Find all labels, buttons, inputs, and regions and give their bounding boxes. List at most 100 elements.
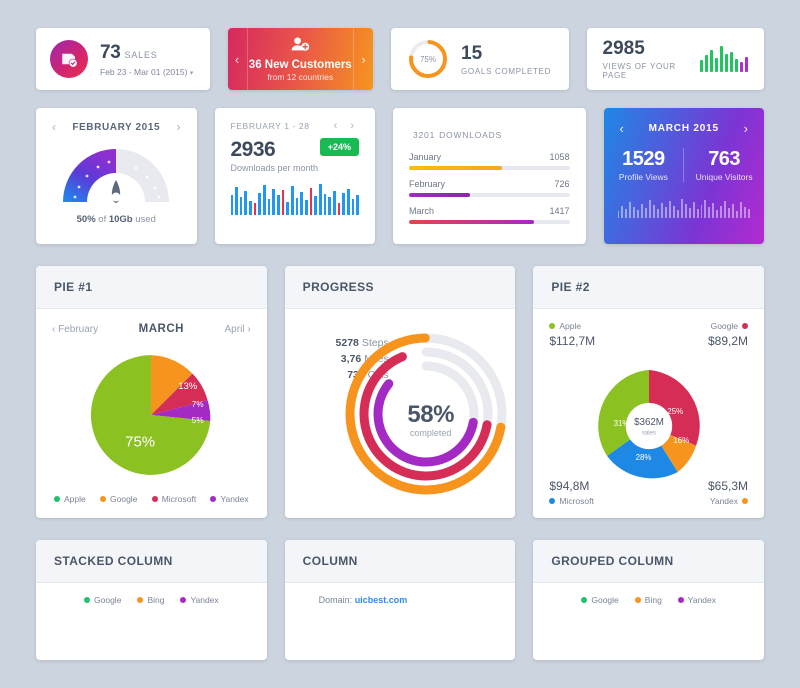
charts-row: PIE #1 ‹ February MARCH April › 13% 7% 5… <box>36 266 765 518</box>
pie1-prev-label: February <box>58 323 99 335</box>
next-arrow-icon[interactable]: › <box>353 28 373 90</box>
bar <box>740 202 742 218</box>
legend-dot-icon <box>151 496 158 502</box>
bar <box>660 203 663 218</box>
microsoft-legend-label: Microsoft <box>559 496 594 506</box>
bar <box>649 200 652 218</box>
legend-label: Bing <box>147 595 165 605</box>
pie1-chart: 13% 7% 5% 75% <box>52 347 251 483</box>
pie1-nav: ‹ February MARCH April › <box>52 323 251 335</box>
apple-legend-dot-icon <box>549 323 556 329</box>
stacked-column-legend: Google Bing Yandex <box>36 583 267 605</box>
stacked-column-card: STACKED COLUMN Google Bing Yandex <box>36 540 267 660</box>
pie1-next[interactable]: April › <box>225 324 251 335</box>
column-charts-row: STACKED COLUMN Google Bing Yandex COLUMN D… <box>36 540 765 660</box>
bar <box>314 196 317 215</box>
new-customers-title: 36 New Customers <box>248 59 352 71</box>
bar <box>676 210 679 218</box>
bar <box>637 210 640 218</box>
gauge-title: FEBRUARY 2015 <box>72 121 161 133</box>
bar <box>645 208 648 218</box>
column-domain: Domain: uicbest.com <box>285 583 516 605</box>
bar <box>745 57 748 72</box>
bar <box>724 201 727 218</box>
column-title: COLUMN <box>302 554 358 568</box>
bar <box>629 202 632 218</box>
domain-link[interactable]: uicbest.com <box>355 595 408 605</box>
views-label: VIEWS OF YOUR PAGE <box>602 62 676 80</box>
march-stats-card[interactable]: ‹ MARCH 2015 › 1529 Profile Views 763 Un… <box>603 108 764 244</box>
bar <box>625 209 628 218</box>
gauge-size: 10Gb <box>108 214 133 225</box>
pie1-legend: Apple Google Microsoft Yandex <box>52 494 251 504</box>
legend-item: Yandex <box>210 494 249 504</box>
profile-views-stat: 1529 Profile Views <box>604 148 684 182</box>
sales-date-range[interactable]: Feb 23 - Mar 01 (2015) ▾ <box>100 67 193 77</box>
page-views-card[interactable]: 2985 VIEWS OF YOUR PAGE <box>586 28 764 90</box>
monthly-downloads-card[interactable]: FEBRUARY 1 - 28 ‹ › 2936 Downloads per m… <box>214 108 375 244</box>
progress-center-label: completed <box>409 428 452 438</box>
bar <box>356 195 359 215</box>
bar <box>328 197 331 215</box>
goals-card[interactable]: 75% 15 GOALS COMPLETED <box>391 28 569 90</box>
unique-visitors-label: Unique Visitors <box>695 172 753 182</box>
storage-gauge-card[interactable]: ‹ FEBRUARY 2015 › 50% of 10Gb used <box>36 108 197 244</box>
legend-dot-icon <box>210 496 217 502</box>
legend-label: Bing <box>644 595 662 605</box>
march-prev-arrow-icon[interactable]: ‹ <box>620 121 624 136</box>
sale-tag-check-icon <box>50 40 88 78</box>
svg-text:7%: 7% <box>192 400 204 409</box>
bar <box>708 207 711 218</box>
legend-label: Yandex <box>687 595 716 605</box>
bar <box>300 192 303 215</box>
downloads-value: 2936 <box>230 138 276 161</box>
downloads-nav-arrows[interactable]: ‹ › <box>334 120 359 132</box>
bar <box>680 199 683 218</box>
download-row: January 1058 <box>409 152 570 170</box>
downloads-subtitle: Downloads per month <box>230 163 319 173</box>
gauge-footer-mid: of <box>95 214 109 225</box>
legend-dot-icon <box>100 496 107 502</box>
microsoft-legend-dot-icon <box>549 498 556 504</box>
gauge-nav: ‹ FEBRUARY 2015 › <box>36 108 197 134</box>
pie2-legend-google: Google $89,2M <box>708 321 749 348</box>
bar <box>258 193 262 215</box>
bar <box>735 59 738 72</box>
legend-item: Apple <box>54 494 86 504</box>
prev-arrow-icon[interactable]: ‹ <box>228 28 248 90</box>
gauge-footer: 50% of 10Gb used <box>36 214 197 225</box>
stat-cards-row: 73 SALES Feb 23 - Mar 01 (2015) ▾ ‹ 36 N… <box>36 28 764 90</box>
google-legend-dot-icon <box>742 323 749 329</box>
legend-label: Microsoft <box>161 494 197 504</box>
march-next-arrow-icon[interactable]: › <box>744 121 748 136</box>
grouped-column-legend: Google Bing Yandex <box>533 583 764 605</box>
pie2-body: Apple $112,7M Google $89,2M $94,8M Micro… <box>533 309 764 518</box>
sales-card[interactable]: 73 SALES Feb 23 - Mar 01 (2015) ▾ <box>36 28 210 90</box>
bar <box>715 58 718 72</box>
progress-title: PROGRESS <box>302 280 374 294</box>
bar <box>633 207 636 218</box>
downloads-range: FEBRUARY 1 - 28 <box>230 121 310 131</box>
new-customers-card[interactable]: ‹ 36 New Customers from 12 countries › <box>227 28 373 90</box>
bar <box>712 203 715 218</box>
stacked-column-title: STACKED COLUMN <box>54 554 173 568</box>
gauge-prev-arrow-icon[interactable]: ‹ <box>52 120 56 134</box>
legend-dot-icon <box>581 597 588 603</box>
bar <box>696 209 699 218</box>
gauge-next-arrow-icon[interactable]: › <box>177 120 181 134</box>
download-month: February <box>409 179 446 189</box>
pie1-prev[interactable]: ‹ February <box>52 324 98 335</box>
domain-label: Domain: <box>318 595 355 605</box>
download-progress-fill <box>409 166 503 170</box>
downloads-breakdown-card[interactable]: 3201 DOWNLOADS January 1058 February 726 Marc… <box>393 108 586 244</box>
pie2-header: PIE #2 <box>533 266 765 309</box>
bar <box>740 62 743 72</box>
bar <box>720 46 723 72</box>
bar <box>295 198 299 215</box>
legend-dot-icon <box>180 597 187 603</box>
bar <box>244 191 248 215</box>
download-count: 1417 <box>549 206 570 216</box>
downloads-total-number: 3201 <box>413 130 436 140</box>
bar <box>621 206 624 218</box>
download-progress-track <box>409 166 570 170</box>
